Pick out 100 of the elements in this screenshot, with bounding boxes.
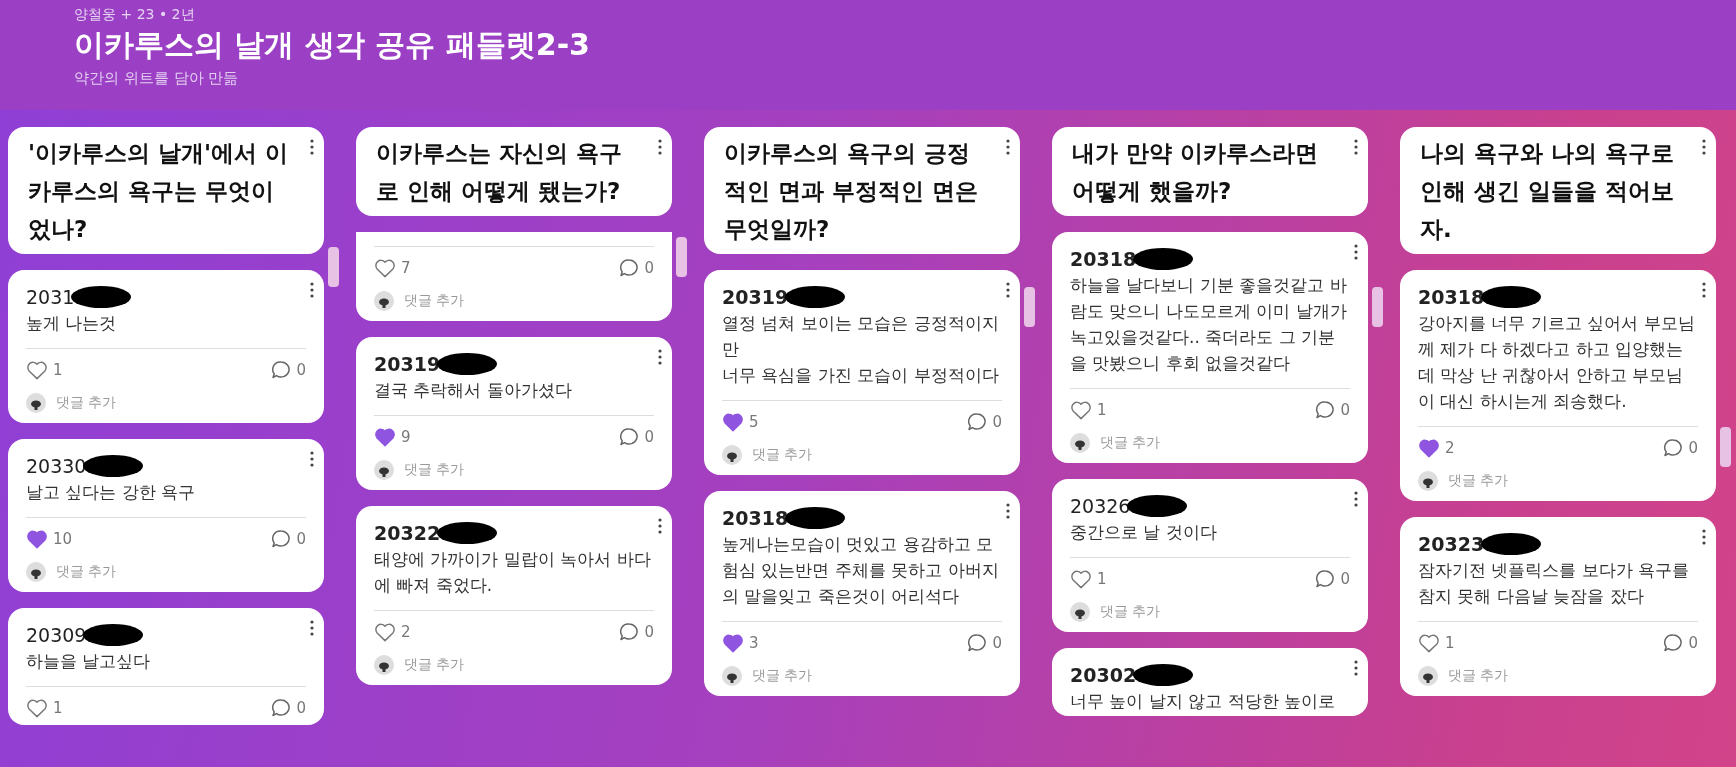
- post-author: 20318: [722, 507, 789, 529]
- more-icon[interactable]: [310, 139, 314, 155]
- more-icon[interactable]: [658, 139, 662, 155]
- scroll-thumb[interactable]: [1372, 287, 1383, 327]
- heart-icon[interactable]: [374, 258, 396, 278]
- heart-icon[interactable]: [1418, 438, 1440, 458]
- more-icon[interactable]: [1354, 244, 1358, 260]
- post-author: 2031: [26, 286, 75, 308]
- post-text: 날고 싶다는 강한 욕구: [26, 481, 197, 504]
- post-text: 하늘을 날다보니 기분 좋을것같고 바람도 맞으니 나도모르게 이미 날개가 녹고있을것같다.. 죽더라도 그 기분을 맛봤으니 후회 없을것같다: [1070, 274, 1348, 375]
- avatar-icon: [26, 562, 46, 582]
- comment-icon[interactable]: [1663, 438, 1684, 458]
- scroll-thumb[interactable]: [1720, 427, 1731, 467]
- comment-icon[interactable]: [967, 633, 988, 653]
- comment-icon[interactable]: [967, 412, 988, 432]
- heart-icon[interactable]: [26, 698, 48, 718]
- post-author: 20323: [1418, 533, 1485, 555]
- comment-count: 0: [296, 699, 306, 717]
- more-icon[interactable]: [310, 282, 314, 298]
- scroll-thumb[interactable]: [676, 237, 687, 277]
- add-comment-link[interactable]: 댓글 추가: [404, 461, 465, 479]
- comment-count: 0: [296, 530, 306, 548]
- more-icon[interactable]: [1702, 139, 1706, 155]
- comment-count: 0: [644, 428, 654, 446]
- avatar-icon: [1070, 433, 1090, 453]
- more-icon[interactable]: [1354, 491, 1358, 507]
- post-author: 20322: [374, 522, 441, 544]
- like-count: 1: [1097, 570, 1107, 588]
- add-comment-link[interactable]: 댓글 추가: [752, 667, 813, 685]
- avatar-icon: [374, 460, 394, 480]
- like-count: 1: [1445, 634, 1455, 652]
- heart-icon[interactable]: [26, 360, 48, 380]
- comment-icon[interactable]: [1315, 569, 1336, 589]
- comment-icon[interactable]: [1315, 400, 1336, 420]
- like-count: 10: [53, 530, 73, 548]
- post-author: 20319: [374, 353, 441, 375]
- more-icon[interactable]: [310, 620, 314, 636]
- add-comment-link[interactable]: 댓글 추가: [56, 563, 117, 581]
- more-icon[interactable]: [310, 451, 314, 467]
- add-comment-link[interactable]: 댓글 추가: [404, 292, 465, 310]
- comment-icon[interactable]: [619, 258, 640, 278]
- more-icon[interactable]: [658, 349, 662, 365]
- avatar-icon: [374, 291, 394, 311]
- add-comment-link[interactable]: 댓글 추가: [404, 656, 465, 674]
- like-count: 2: [1445, 439, 1455, 457]
- post-text: 높게나는모습이 멋있고 용감하고 모험심 있는반면 주체를 못하고 아버지의 말을잊고 죽은것이 어리석다: [722, 533, 1000, 608]
- heart-icon[interactable]: [374, 622, 396, 642]
- scroll-thumb[interactable]: [1024, 287, 1035, 327]
- comment-count: 0: [992, 634, 1002, 652]
- scroll-thumb[interactable]: [328, 247, 339, 287]
- column-title: '이카루스의 날개'에서 이카루스의 욕구는 무엇이었나?: [28, 139, 290, 244]
- post-text: 너무 높이 날지 않고 적당한 높이로: [1070, 690, 1337, 713]
- heart-icon[interactable]: [722, 412, 744, 432]
- add-comment-link[interactable]: 댓글 추가: [1100, 434, 1161, 452]
- comment-icon[interactable]: [271, 529, 292, 549]
- more-icon[interactable]: [1006, 282, 1010, 298]
- heart-icon[interactable]: [1070, 569, 1092, 589]
- comment-count: 0: [992, 413, 1002, 431]
- comment-icon[interactable]: [271, 360, 292, 380]
- add-comment-link[interactable]: 댓글 추가: [1448, 667, 1509, 685]
- column-title: 내가 만약 이카루스라면 어떻게 했을까?: [1072, 139, 1319, 206]
- comment-count: 0: [1688, 439, 1698, 457]
- comment-icon[interactable]: [619, 427, 640, 447]
- avatar-icon: [1418, 471, 1438, 491]
- more-icon[interactable]: [1354, 660, 1358, 676]
- heart-icon[interactable]: [722, 633, 744, 653]
- heart-icon[interactable]: [26, 529, 48, 549]
- like-count: 1: [53, 699, 63, 717]
- comment-count: 0: [644, 623, 654, 641]
- avatar-icon: [722, 445, 742, 465]
- post-author: 20302: [1070, 664, 1137, 686]
- heart-icon[interactable]: [1418, 633, 1440, 653]
- post-text: 태양에 가까이가 밀랍이 녹아서 바다에 빠져 죽었다.: [374, 548, 652, 597]
- more-icon[interactable]: [658, 518, 662, 534]
- heart-icon[interactable]: [374, 427, 396, 447]
- comment-icon[interactable]: [1663, 633, 1684, 653]
- comment-count: 0: [296, 361, 306, 379]
- post-author: 20309: [26, 624, 87, 646]
- more-icon[interactable]: [1006, 503, 1010, 519]
- heart-icon[interactable]: [1070, 400, 1092, 420]
- like-count: 3: [749, 634, 759, 652]
- post-text: 중간으로 날 것이다: [1070, 521, 1218, 544]
- avatar-icon: [26, 393, 46, 413]
- add-comment-link[interactable]: 댓글 추가: [56, 394, 117, 412]
- comment-icon[interactable]: [271, 698, 292, 718]
- more-icon[interactable]: [1354, 139, 1358, 155]
- board-meta: 양철웅 + 23 • 2년: [74, 5, 196, 24]
- add-comment-link[interactable]: 댓글 추가: [1448, 472, 1509, 490]
- comment-count: 0: [644, 259, 654, 277]
- more-icon[interactable]: [1006, 139, 1010, 155]
- avatar-icon: [374, 655, 394, 675]
- add-comment-link[interactable]: 댓글 추가: [1100, 603, 1161, 621]
- avatar-icon: [1418, 666, 1438, 686]
- add-comment-link[interactable]: 댓글 추가: [752, 446, 813, 464]
- column-title: 나의 욕구와 나의 욕구로 인해 생긴 일들을 적어보자.: [1420, 139, 1676, 244]
- comment-icon[interactable]: [619, 622, 640, 642]
- like-count: 2: [401, 623, 411, 641]
- more-icon[interactable]: [1702, 282, 1706, 298]
- post-text: 열정 넘쳐 보이는 모습은 긍정적이지만 너무 욕심을 가진 모습이 부정적이다: [722, 312, 1000, 387]
- more-icon[interactable]: [1702, 529, 1706, 545]
